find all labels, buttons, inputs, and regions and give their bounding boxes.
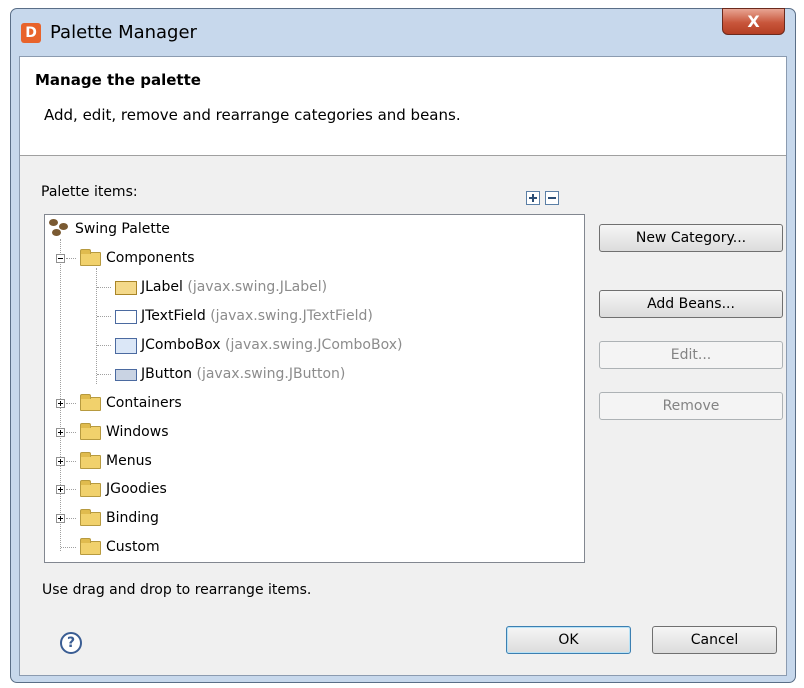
- ok-button[interactable]: OK: [506, 626, 631, 654]
- expand-toggle-icon[interactable]: [56, 457, 65, 466]
- tree-node-custom[interactable]: Custom: [56, 535, 160, 559]
- expand-toggle-icon[interactable]: [56, 514, 65, 523]
- palette-items-label: Palette items:: [41, 184, 138, 200]
- tree-node-label: Menus: [106, 453, 152, 469]
- drag-drop-hint: Use drag and drop to rearrange items.: [42, 582, 312, 598]
- header-title: Manage the palette: [35, 71, 201, 89]
- tree-node-label: Windows: [106, 424, 169, 440]
- edit-button[interactable]: Edit...: [599, 341, 783, 369]
- tree-node-jgoodies[interactable]: JGoodies: [56, 477, 167, 501]
- tree-node-components[interactable]: Components: [56, 246, 195, 270]
- tree-node-label: Custom: [106, 539, 160, 555]
- folder-icon: [80, 480, 101, 497]
- title-bar[interactable]: D Palette Manager X: [11, 8, 795, 56]
- window-title: Palette Manager: [50, 22, 197, 43]
- bean-package: (javax.swing.JTextField): [210, 308, 373, 324]
- expand-toggle-icon[interactable]: [56, 428, 65, 437]
- bean-name: JLabel: [141, 279, 183, 295]
- folder-icon: [80, 509, 101, 526]
- tree-node-jtextfield[interactable]: JTextField (javax.swing.JTextField): [97, 304, 373, 328]
- jlabel-bean-icon: [115, 281, 137, 295]
- expand-all-icon[interactable]: [526, 191, 540, 205]
- tree-node-label: Containers: [106, 395, 182, 411]
- dialog-body: Manage the palette Add, edit, remove and…: [19, 56, 787, 676]
- collapse-toggle-icon[interactable]: [56, 254, 65, 263]
- palette-tree[interactable]: Swing Palette Components JLabel (javax.s…: [44, 214, 585, 563]
- bean-package: (javax.swing.JComboBox): [225, 337, 403, 353]
- folder-icon: [80, 423, 101, 440]
- expand-toggle-icon[interactable]: [56, 399, 65, 408]
- close-button[interactable]: X: [722, 8, 785, 35]
- bean-name: JButton: [141, 366, 193, 382]
- tree-node-containers[interactable]: Containers: [56, 391, 182, 415]
- folder-icon: [80, 249, 101, 266]
- tree-node-label: Components: [106, 250, 195, 266]
- bean-name: JComboBox: [141, 337, 221, 353]
- expand-toggle-icon[interactable]: [56, 485, 65, 494]
- collapse-all-icon[interactable]: [545, 191, 559, 205]
- folder-icon: [80, 394, 101, 411]
- jbutton-bean-icon: [115, 369, 137, 381]
- tree-node-windows[interactable]: Windows: [56, 420, 169, 444]
- cancel-button[interactable]: Cancel: [652, 626, 777, 654]
- tree-node-label: Binding: [106, 510, 159, 526]
- tree-node-label: Swing Palette: [75, 221, 170, 237]
- new-category-button[interactable]: New Category...: [599, 224, 783, 252]
- bean-package: (javax.swing.JLabel): [187, 279, 328, 295]
- dialog-header: Manage the palette Add, edit, remove and…: [20, 57, 786, 156]
- remove-button[interactable]: Remove: [599, 392, 783, 420]
- jtextfield-bean-icon: [115, 310, 137, 324]
- add-beans-button[interactable]: Add Beans...: [599, 290, 783, 318]
- bean-package: (javax.swing.JButton): [196, 366, 346, 382]
- tree-node-label: JGoodies: [106, 481, 167, 497]
- help-icon[interactable]: ?: [60, 632, 82, 654]
- tree-node-jcombobox[interactable]: JComboBox (javax.swing.JComboBox): [97, 333, 402, 357]
- jcombobox-bean-icon: [115, 338, 137, 354]
- tree-node-jbutton[interactable]: JButton (javax.swing.JButton): [97, 362, 345, 386]
- palette-manager-dialog: D Palette Manager X Manage the palette A…: [10, 8, 796, 683]
- app-icon: D: [21, 23, 41, 43]
- bean-name: JTextField: [141, 308, 206, 324]
- tree-node-swing-palette[interactable]: Swing Palette: [49, 217, 170, 241]
- swing-palette-icon: [49, 219, 71, 239]
- tree-node-jlabel[interactable]: JLabel (javax.swing.JLabel): [97, 275, 327, 299]
- folder-icon: [80, 452, 101, 469]
- header-description: Add, edit, remove and rearrange categori…: [44, 106, 461, 124]
- tree-node-menus[interactable]: Menus: [56, 449, 152, 473]
- folder-icon: [80, 538, 101, 555]
- tree-node-binding[interactable]: Binding: [56, 506, 159, 530]
